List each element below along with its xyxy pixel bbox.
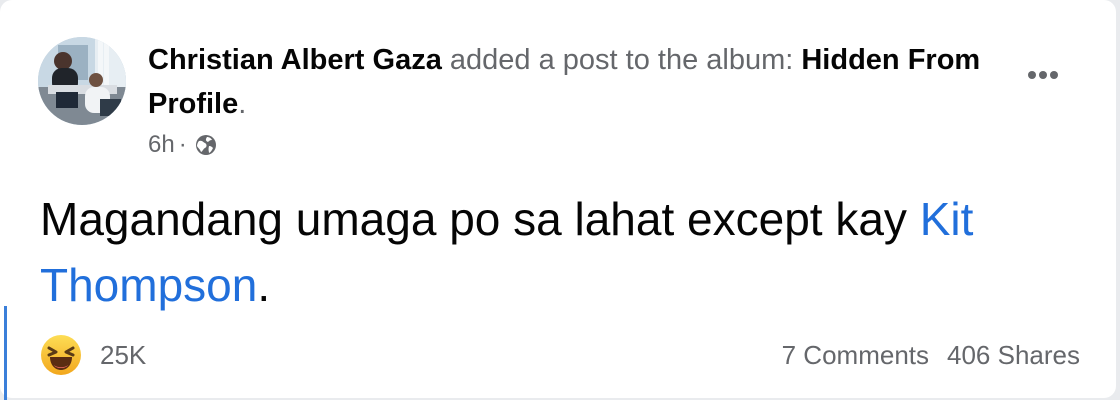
- haha-reaction-icon: [40, 334, 82, 376]
- left-accent-bar: [4, 306, 7, 400]
- globe-icon[interactable]: [194, 133, 218, 157]
- post-action-end: .: [238, 88, 247, 120]
- author-avatar[interactable]: [38, 37, 126, 125]
- post-action-text: added a post to the album:: [441, 44, 802, 76]
- post-header: Christian Albert Gaza added a post to th…: [148, 38, 1008, 126]
- post-stats: 7 Comments 406 Shares: [782, 336, 1080, 374]
- post-body-suffix: .: [257, 259, 271, 311]
- reactions-summary[interactable]: 25K: [40, 334, 146, 376]
- post-body: Magandang umaga po sa lahat except kay K…: [40, 186, 1080, 318]
- post-timestamp[interactable]: 6h: [148, 130, 175, 160]
- author-name[interactable]: Christian Albert Gaza: [148, 44, 442, 76]
- post-meta: 6h ·: [148, 130, 218, 160]
- more-options-icon: [1028, 71, 1058, 79]
- more-options-button[interactable]: [1020, 58, 1066, 92]
- post-card: Christian Albert Gaza added a post to th…: [0, 0, 1116, 400]
- post-body-text: Magandang umaga po sa lahat except kay: [40, 193, 920, 245]
- avatar-photo: [38, 37, 126, 125]
- shares-count[interactable]: 406 Shares: [947, 340, 1080, 371]
- reaction-count: 25K: [100, 339, 147, 370]
- comments-count[interactable]: 7 Comments: [782, 340, 929, 371]
- meta-separator: ·: [178, 131, 187, 158]
